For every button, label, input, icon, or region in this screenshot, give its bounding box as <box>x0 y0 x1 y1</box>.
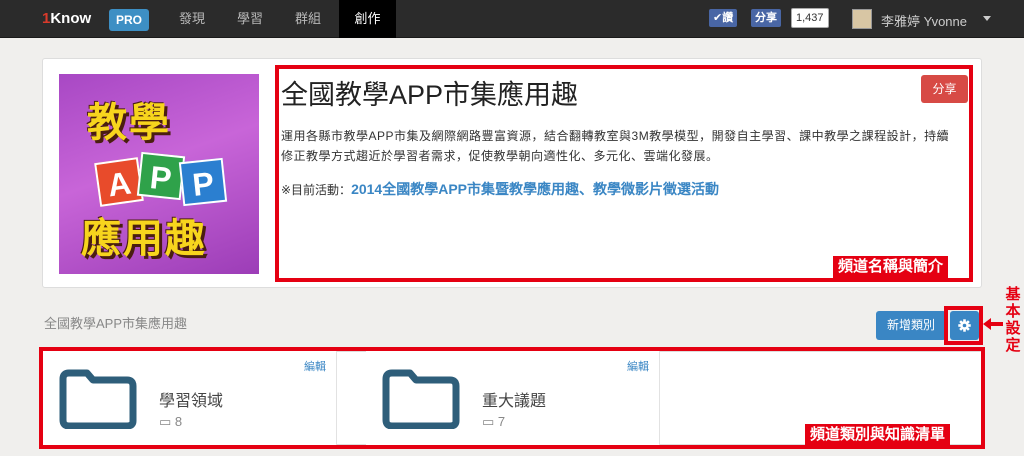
top-navbar: 1Know PRO 發現 學習 群組 創作 ✔讚 分享 1,437 李雅婷 Yv… <box>0 0 1024 38</box>
annotation-settings-box <box>944 306 983 345</box>
breadcrumb[interactable]: 全國教學APP市集應用趣 <box>44 313 187 332</box>
arrow-left-icon <box>983 318 1003 330</box>
check-icon: ✔ <box>713 12 723 24</box>
nav-create[interactable]: 創作 <box>339 0 396 38</box>
user-name[interactable]: 李雅婷 Yvonne <box>881 11 967 30</box>
annotation-category-label: 頻道類別與知識清單 <box>805 424 951 446</box>
fb-like-button[interactable]: ✔讚 <box>709 9 738 27</box>
annotation-settings-label: 基本設定 <box>1005 286 1021 354</box>
nav-discover[interactable]: 發現 <box>166 0 218 38</box>
add-category-button[interactable]: 新增類別 <box>876 311 946 340</box>
chevron-down-icon[interactable] <box>983 16 991 21</box>
avatar[interactable] <box>852 9 872 29</box>
nav-learn[interactable]: 學習 <box>224 0 276 38</box>
nav-groups[interactable]: 群組 <box>282 0 334 38</box>
channel-cover-image: 教學 A P P 應用趣 <box>59 74 259 274</box>
site-logo[interactable]: 1Know <box>42 10 91 27</box>
pro-badge: PRO <box>109 9 149 31</box>
share-count: 1,437 <box>791 8 829 28</box>
fb-share-button[interactable]: 分享 <box>751 9 781 27</box>
annotation-channel-info-label: 頻道名稱與簡介 <box>833 256 949 278</box>
annotation-channel-info-box <box>275 65 973 282</box>
